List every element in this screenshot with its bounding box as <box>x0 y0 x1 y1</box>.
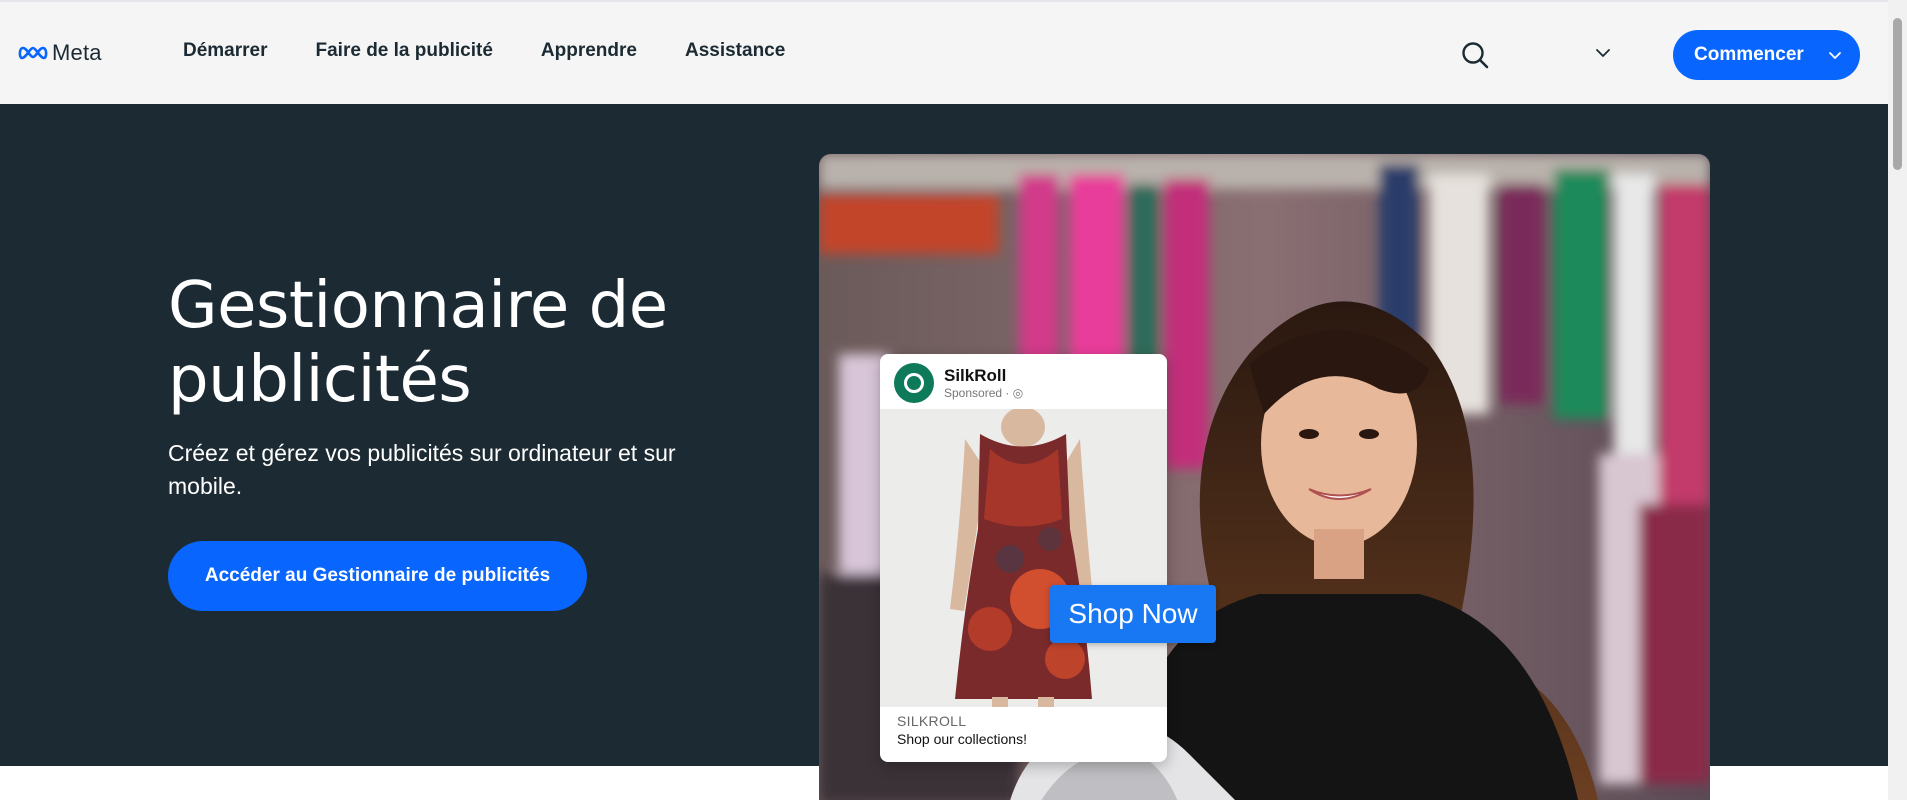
scrollbar-thumb[interactable] <box>1893 18 1902 170</box>
main-nav: Démarrer Faire de la publicité Apprendre… <box>183 40 785 62</box>
access-ads-manager-button[interactable]: Accéder au Gestionnaire de publicités <box>168 541 587 611</box>
shop-now-button[interactable]: Shop Now <box>1050 585 1216 643</box>
meta-infinity-logo-icon <box>18 46 48 60</box>
ad-preview-card: SilkRoll Sponsored · ◎ SILKROLL Shop our… <box>880 354 1167 762</box>
top-navigation-bar: Meta Démarrer Faire de la publicité Appr… <box>0 0 1888 104</box>
page-scrollbar[interactable] <box>1888 0 1907 800</box>
hero-section: Gestionnaire de publicités Créez et gére… <box>0 104 1888 800</box>
nav-item-demarrer[interactable]: Démarrer <box>183 40 268 62</box>
hero-subtitle: Créez et gérez vos publicités sur ordina… <box>168 440 676 499</box>
nav-item-assistance[interactable]: Assistance <box>685 40 785 62</box>
language-dropdown-button[interactable] <box>1592 42 1614 64</box>
shop-now-label: Shop Now <box>1068 598 1198 629</box>
sponsored-label: Sponsored · ◎ <box>944 385 1024 400</box>
search-icon <box>1462 42 1489 69</box>
ad-footer-brand: SILKROLL <box>897 713 967 729</box>
search-button[interactable] <box>1460 40 1490 70</box>
red-dress-photo <box>880 407 1167 707</box>
meta-logo[interactable]: Meta <box>18 40 102 66</box>
chevron-down-icon <box>1829 52 1841 59</box>
advertiser-name: SilkRoll <box>944 365 1007 385</box>
ad-product-image <box>880 407 1167 707</box>
access-ads-manager-label: Accéder au Gestionnaire de publicités <box>204 565 551 586</box>
logo-wordmark: Meta <box>52 40 102 65</box>
ad-footer: SILKROLL Shop our collections! <box>897 712 1027 748</box>
commencer-label: Commencer <box>1694 44 1804 65</box>
chevron-down-icon <box>1596 49 1610 57</box>
ad-footer-tagline: Shop our collections! <box>897 731 1027 747</box>
ad-header: SilkRoll Sponsored · ◎ <box>894 363 1023 403</box>
page-title: Gestionnaire de publicités <box>168 269 668 417</box>
commencer-button[interactable]: Commencer <box>1673 30 1860 80</box>
advertiser-avatar <box>894 363 934 403</box>
nav-item-apprendre[interactable]: Apprendre <box>541 40 637 62</box>
nav-item-faire-de-la-publicite[interactable]: Faire de la publicité <box>316 40 493 62</box>
